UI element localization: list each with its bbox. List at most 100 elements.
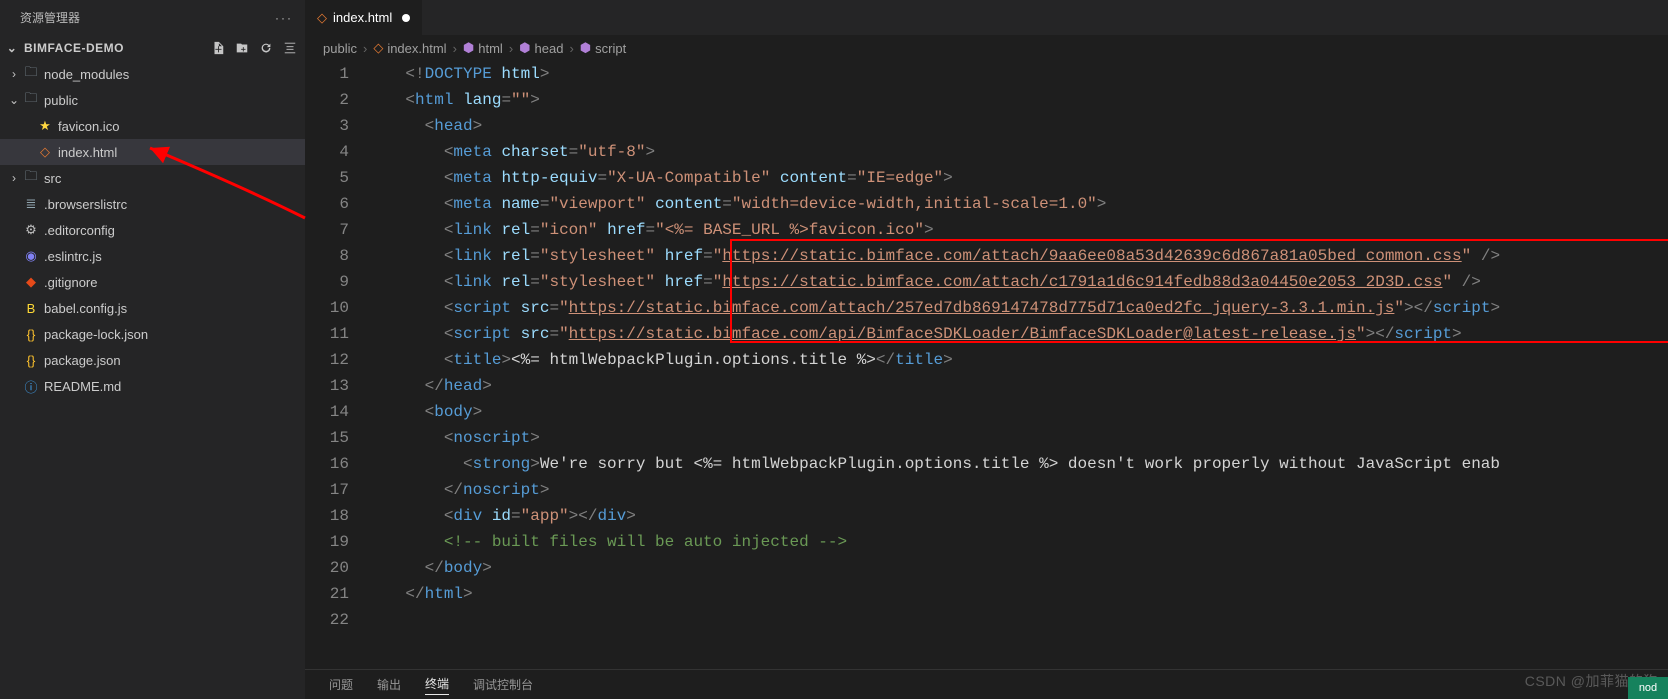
code-line[interactable]: <html lang=""> <box>367 87 1668 113</box>
code-line[interactable]: <meta charset="utf-8"> <box>367 139 1668 165</box>
folder-item[interactable]: ›🗀node_modules <box>0 61 305 87</box>
token-punc: < <box>463 455 473 473</box>
breadcrumb-item[interactable]: ⬢html <box>463 40 503 56</box>
babel-icon: B <box>22 301 40 316</box>
code-line[interactable]: <title><%= htmlWebpackPlugin.options.tit… <box>367 347 1668 373</box>
breadcrumb-label: html <box>478 41 503 56</box>
code-line[interactable]: <div id="app"></div> <box>367 503 1668 529</box>
token-plain <box>367 377 425 395</box>
file-item[interactable]: ⓘREADME.md <box>0 373 305 399</box>
token-str: "X-UA-Compatible" <box>607 169 770 187</box>
file-item[interactable]: ★favicon.ico <box>0 113 305 139</box>
line-number: 11 <box>305 321 349 347</box>
tree-item-label: babel.config.js <box>44 301 127 316</box>
json-icon: {} <box>22 327 40 342</box>
token-punc: > <box>530 429 540 447</box>
token-tag: link <box>453 273 501 291</box>
code-line[interactable]: <link rel="stylesheet" href="https://sta… <box>367 269 1668 295</box>
code-line[interactable]: <noscript> <box>367 425 1668 451</box>
file-item[interactable]: {}package-lock.json <box>0 321 305 347</box>
token-punc: </ <box>444 481 463 499</box>
panel-tab[interactable]: 问题 <box>329 676 353 693</box>
breadcrumb-item[interactable]: ◇index.html <box>373 40 446 56</box>
file-item[interactable]: ◉.eslintrc.js <box>0 243 305 269</box>
file-item[interactable]: ◇index.html <box>0 139 305 165</box>
code-line[interactable]: <script src="https://static.bimface.com/… <box>367 321 1668 347</box>
code-line[interactable]: <script src="https://static.bimface.com/… <box>367 295 1668 321</box>
new-folder-icon[interactable] <box>235 41 249 55</box>
panel-tab[interactable]: 输出 <box>377 676 401 693</box>
tree-item-label: node_modules <box>44 67 129 82</box>
new-file-icon[interactable] <box>211 41 225 55</box>
token-attr: href <box>607 221 645 239</box>
token-attr: content <box>780 169 847 187</box>
token-plain: We're sorry but <%= htmlWebpackPlugin.op… <box>540 455 1500 473</box>
file-item[interactable]: ⚙.editorconfig <box>0 217 305 243</box>
explorer-sidebar: 资源管理器 ··· ⌄ BIMFACE-DEMO ›🗀node_modules⌄… <box>0 0 305 699</box>
token-punc: = <box>645 221 655 239</box>
breadcrumb-item[interactable]: public <box>323 41 357 56</box>
token-punc: > <box>463 585 473 603</box>
token-punc: < <box>444 221 454 239</box>
code-line[interactable]: <link rel="icon" href="<%= BASE_URL %>fa… <box>367 217 1668 243</box>
token-punc: > <box>924 221 934 239</box>
token-punc: < <box>444 507 454 525</box>
token-plain <box>367 559 425 577</box>
code-editor[interactable]: 12345678910111213141516171819202122 <!DO… <box>305 61 1668 669</box>
code-content[interactable]: <!DOCTYPE html> <html lang=""> <head> <m… <box>367 61 1668 669</box>
token-tag: html <box>425 585 463 603</box>
more-icon[interactable]: ··· <box>275 11 293 25</box>
dirty-indicator-icon <box>402 14 410 22</box>
token-punc: < <box>425 117 435 135</box>
code-line[interactable]: </html> <box>367 581 1668 607</box>
token-punc: = <box>549 325 559 343</box>
folder-item[interactable]: ⌄🗀public <box>0 87 305 113</box>
token-punc: > <box>473 403 483 421</box>
token-attr: href <box>665 273 703 291</box>
breadcrumb-item[interactable]: ⬢head <box>519 40 563 56</box>
breadcrumb-label: script <box>595 41 626 56</box>
token-str: "utf-8" <box>578 143 645 161</box>
code-line[interactable]: <meta http-equiv="X-UA-Compatible" conte… <box>367 165 1668 191</box>
chevron-right-icon: › <box>6 67 22 81</box>
code-line[interactable]: <strong>We're sorry but <%= htmlWebpackP… <box>367 451 1668 477</box>
tree-item-label: .editorconfig <box>44 223 115 238</box>
token-punc: < <box>405 91 415 109</box>
code-line[interactable]: <!-- built files will be auto injected -… <box>367 529 1668 555</box>
code-line[interactable]: </noscript> <box>367 477 1668 503</box>
token-punc: <! <box>405 65 424 83</box>
project-header[interactable]: ⌄ BIMFACE-DEMO <box>0 35 305 61</box>
tab-index-html[interactable]: ◇ index.html <box>305 0 422 35</box>
token-attr: rel <box>501 273 530 291</box>
token-tag: html <box>415 91 463 109</box>
panel-tab[interactable]: 调试控制台 <box>473 676 533 693</box>
panel-tab[interactable]: 终端 <box>425 675 449 695</box>
code-line[interactable]: <!DOCTYPE html> <box>367 61 1668 87</box>
token-punc: </ <box>876 351 895 369</box>
token-punc: > <box>1097 195 1107 213</box>
folder-item[interactable]: ›🗀src <box>0 165 305 191</box>
code-line[interactable]: <link rel="stylesheet" href="https://sta… <box>367 243 1668 269</box>
tree-item-label: .eslintrc.js <box>44 249 102 264</box>
file-item[interactable]: Bbabel.config.js <box>0 295 305 321</box>
token-punc: </ <box>405 585 424 603</box>
token-punc: ></ <box>1404 299 1433 317</box>
collapse-icon[interactable] <box>283 41 297 55</box>
file-item[interactable]: ≣.browserslistrc <box>0 191 305 217</box>
breadcrumb-sep-icon: › <box>453 41 457 56</box>
code-line[interactable]: </head> <box>367 373 1668 399</box>
token-punc: > <box>540 481 550 499</box>
breadcrumb-item[interactable]: ⬢script <box>580 40 626 56</box>
refresh-icon[interactable] <box>259 41 273 55</box>
file-item[interactable]: {}package.json <box>0 347 305 373</box>
token-punc: ></ <box>1366 325 1395 343</box>
code-line[interactable]: </body> <box>367 555 1668 581</box>
file-item[interactable]: ◆.gitignore <box>0 269 305 295</box>
tree-item-label: .browserslistrc <box>44 197 127 212</box>
code-line[interactable]: <head> <box>367 113 1668 139</box>
line-number: 15 <box>305 425 349 451</box>
explorer-title: 资源管理器 <box>20 9 80 26</box>
code-line[interactable]: <meta name="viewport" content="width=dev… <box>367 191 1668 217</box>
line-number: 1 <box>305 61 349 87</box>
code-line[interactable]: <body> <box>367 399 1668 425</box>
